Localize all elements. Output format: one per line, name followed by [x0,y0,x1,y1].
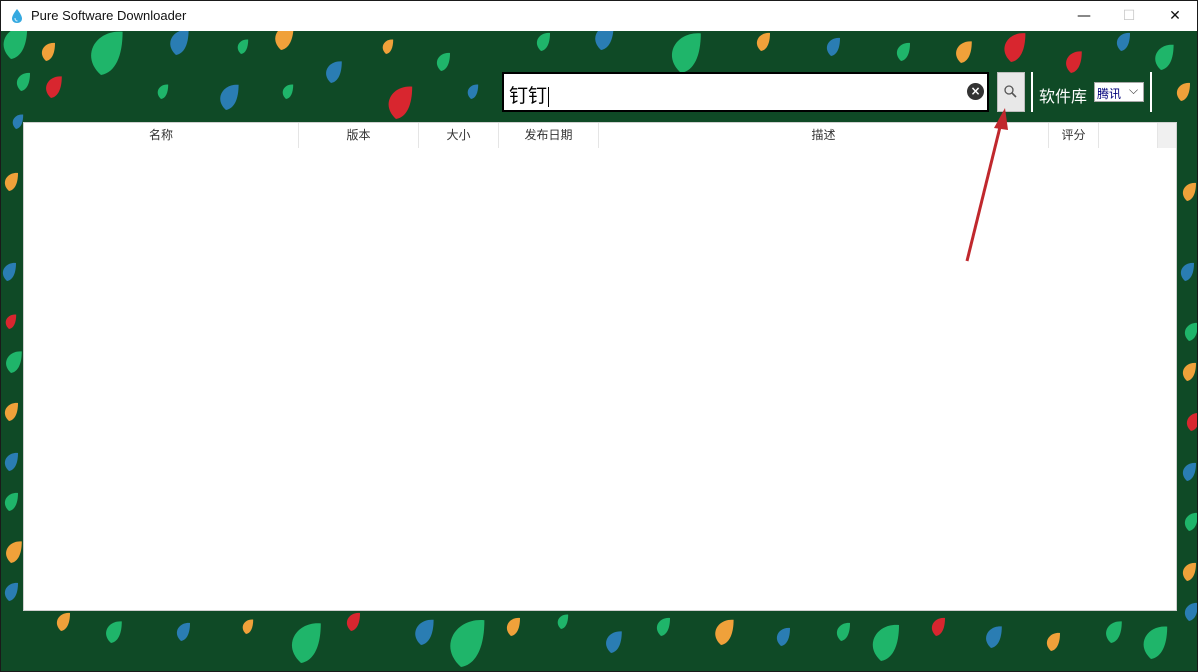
leaf-shape [507,618,520,636]
leaf-shape [177,623,190,641]
leaf-shape [383,40,393,54]
leaf-shape [326,61,342,83]
leaf-shape [46,76,62,98]
leaf-shape [595,31,613,50]
leaf-shape [42,43,55,61]
leaf-shape [5,583,18,601]
column-header-rating[interactable]: 评分 [1049,123,1099,148]
leaf-shape [158,85,168,99]
leaf-shape [837,623,850,641]
column-header-release-date[interactable]: 发布日期 [499,123,599,148]
title-bar: Pure Software Downloader — ☐ ✕ [1,1,1197,31]
leaf-shape [715,620,733,645]
leaf-shape [1117,33,1130,51]
leaf-shape [91,32,122,75]
toolbar-divider [1150,72,1152,112]
leaf-shape [57,613,70,631]
library-select[interactable]: 腾讯 ⌵ [1094,82,1144,102]
leaf-shape [6,351,22,373]
leaf-shape [1155,45,1173,70]
leaf-shape [956,41,972,63]
leaf-shape [606,631,622,653]
leaf-shape [897,43,910,61]
leaf-shape [873,625,899,661]
leaf-shape [1106,621,1122,643]
leaf-shape [6,315,16,329]
leaf-shape [5,493,18,511]
search-input[interactable]: 钉钉 × [502,72,989,112]
leaf-shape [5,173,18,191]
scrollbar-corner [1158,123,1176,148]
leaf-shape [468,85,478,99]
leaf-shape [1183,563,1196,581]
toolbar-divider [1031,72,1033,112]
leaf-shape [1185,323,1197,341]
leaf-shape [1187,413,1197,431]
leaf-shape [1183,183,1196,201]
leaf-shape [415,620,433,645]
column-header-size[interactable]: 大小 [419,123,499,148]
maximize-button[interactable]: ☐ [1106,1,1152,31]
leaf-shape [106,621,122,643]
leaf-shape [777,628,790,646]
leaf-shape [1066,51,1082,73]
water-drop-icon [10,8,24,24]
leaf-shape [537,33,550,51]
leaf-shape [1181,263,1194,281]
leaf-shape [1047,633,1060,651]
leaf-shape [275,31,293,50]
leaf-shape [1004,33,1025,62]
leaf-shape [657,618,670,636]
leaf-shape [757,33,770,51]
leaf-shape [4,31,28,59]
leaf-shape [220,85,238,110]
leaf-shape [437,53,450,71]
leaf-shape [6,541,22,563]
leaf-shape [827,38,840,56]
leaf-shape [986,626,1002,648]
window-title: Pure Software Downloader [31,8,186,23]
column-header-name[interactable]: 名称 [24,123,299,148]
leaf-shape [1144,626,1168,659]
leaf-shape [1177,83,1190,101]
search-button[interactable] [997,72,1025,112]
leaf-shape [5,453,18,471]
leaf-shape [17,73,30,91]
search-input-value: 钉钉 [509,81,549,108]
leaf-shape [347,613,360,631]
leaf-shape [243,620,253,634]
results-table: 名称 版本 大小 发布日期 描述 评分 [23,122,1177,611]
app-window: Pure Software Downloader — ☐ ✕ 钉钉 × 软件库 … [0,0,1198,672]
leaf-shape [450,620,484,667]
leaf-shape [238,40,248,54]
chevron-down-icon: ⌵ [1129,83,1138,98]
leaf-shape [13,115,23,129]
leaf-shape [1183,363,1196,381]
leaf-shape [283,85,293,99]
clear-circle-icon[interactable]: × [967,83,984,100]
leaf-shape [672,33,701,73]
magnifier-icon [998,73,1024,111]
leaf-shape [389,86,413,119]
column-header-description[interactable]: 描述 [599,123,1049,148]
leaf-shape [3,263,16,281]
library-selected-value: 腾讯 [1097,85,1121,102]
minimize-button[interactable]: — [1061,1,1107,31]
column-header-version[interactable]: 版本 [299,123,419,148]
leaf-shape [170,31,188,55]
leaf-shape [558,615,568,629]
column-header-blank[interactable] [1099,123,1158,148]
close-button[interactable]: ✕ [1152,1,1198,31]
leaf-shape [292,623,321,663]
table-header: 名称 版本 大小 发布日期 描述 评分 [24,123,1176,148]
leaf-shape [932,618,945,636]
leaf-shape [1183,463,1196,481]
leaf-shape [1185,513,1197,531]
leaf-shape [1185,603,1197,621]
library-label: 软件库 [1039,83,1087,107]
leaf-shape [5,403,18,421]
